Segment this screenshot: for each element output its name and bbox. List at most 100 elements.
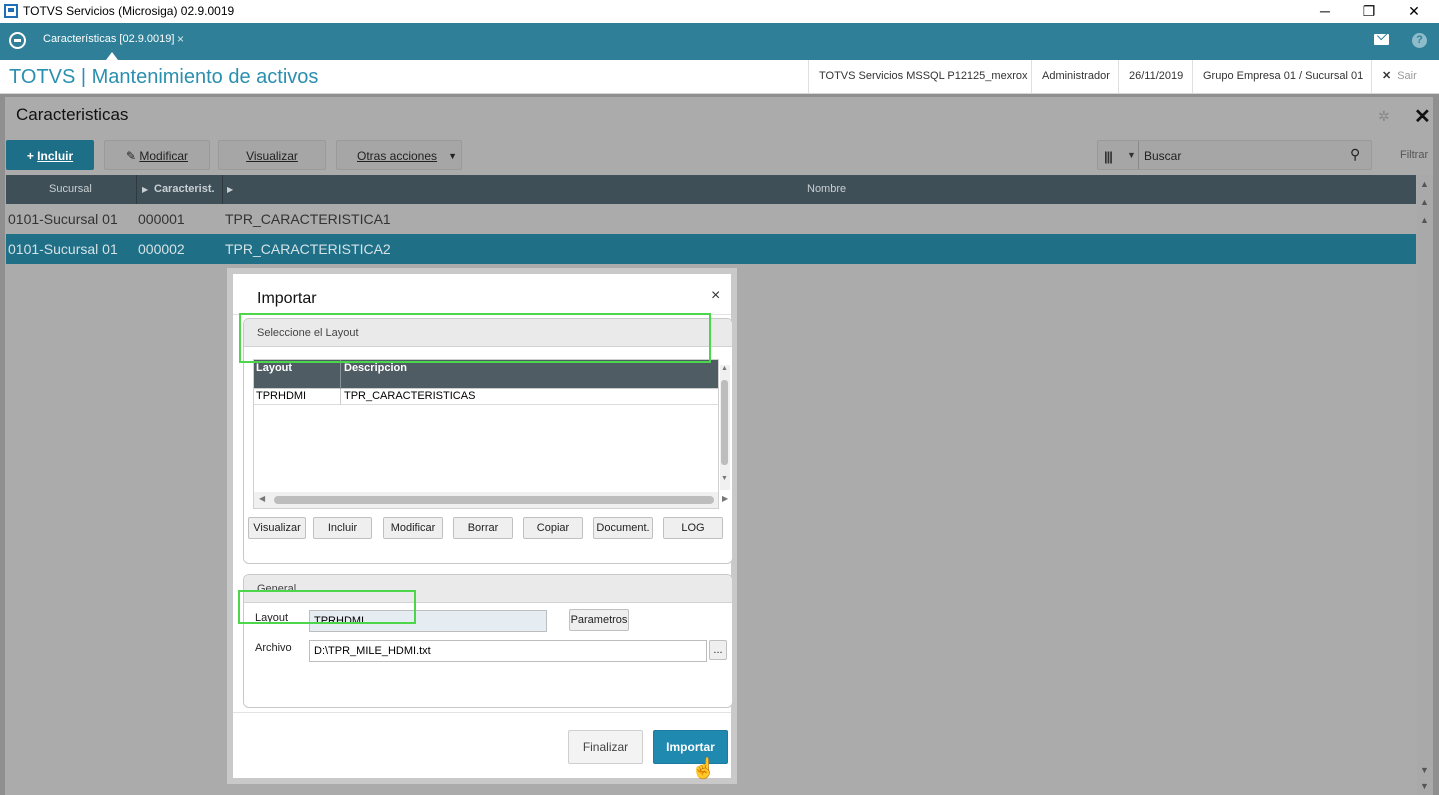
sort-arrow-icon: ▶ xyxy=(142,185,149,194)
vertical-scrollbar[interactable]: ▲ ▼ xyxy=(720,365,730,490)
columns-icon[interactable]: ||| xyxy=(1104,149,1113,164)
logout-icon: ✕ xyxy=(1382,70,1392,82)
layout-grid: Layout Descripcion TPRHDMI TPR_CARACTERI… xyxy=(253,359,730,509)
column-header-sucursal[interactable]: Sucursal xyxy=(49,175,92,204)
cell-descripcion: TPR_CARACTERISTICAS xyxy=(344,390,476,402)
sort-arrow-icon: ▶ xyxy=(227,185,234,194)
cell-sucursal: 0101-Sucursal 01 xyxy=(8,211,118,227)
tab-caracteristicas[interactable]: Características [02.9.0019] xyxy=(43,33,174,45)
app-title: TOTVS | Mantenimiento de activos xyxy=(9,66,319,88)
parametros-button[interactable]: Parametros xyxy=(569,609,629,631)
layout-incluir-button[interactable]: Incluir xyxy=(313,517,372,539)
table-row-selected[interactable]: 0101-Sucursal 01 000002 TPR_CARACTERISTI… xyxy=(6,234,1416,264)
archivo-field-label: Archivo xyxy=(255,642,292,654)
archivo-field[interactable]: D:\TPR_MILE_HDMI.txt xyxy=(309,640,707,662)
table-row[interactable]: 0101-Sucursal 01 000001 TPR_CARACTERISTI… xyxy=(6,204,1416,234)
search-box[interactable]: ||| ▼ Buscar ⚲ xyxy=(1097,140,1372,170)
cell-sucursal: 0101-Sucursal 01 xyxy=(8,241,118,257)
tab-bar: Características [02.9.0019] × ? xyxy=(0,23,1439,60)
environment-label: TOTVS Servicios MSSQL P12125_mexrox xyxy=(808,60,1037,93)
grid-header: Sucursal ▶ Caracterist. ▶ Nombre xyxy=(6,175,1416,204)
incluir-label: Incluir xyxy=(37,149,74,163)
search-input[interactable]: Buscar xyxy=(1144,149,1181,163)
restore-button[interactable]: ❐ xyxy=(1346,0,1392,23)
app-icon xyxy=(4,4,18,18)
layout-borrar-button[interactable]: Borrar xyxy=(453,517,513,539)
visualizar-label: Visualizar xyxy=(246,149,298,163)
minimize-button[interactable]: ─ xyxy=(1302,0,1348,23)
browse-button[interactable]: ... xyxy=(709,640,727,660)
dialog-close-icon[interactable]: × xyxy=(711,287,720,305)
import-dialog-body: Importar × Seleccione el Layout Layout D… xyxy=(233,274,733,780)
column-header-caracterist[interactable]: Caracterist. xyxy=(154,175,215,204)
logout-button[interactable]: ✕ Sair xyxy=(1371,60,1427,93)
column-header-descripcion[interactable]: Descripcion xyxy=(344,362,407,374)
cell-codigo: 000001 xyxy=(138,211,185,227)
layout-modificar-button[interactable]: Modificar xyxy=(383,517,443,539)
cell-codigo: 000002 xyxy=(138,241,185,257)
date-label: 26/11/2019 xyxy=(1118,60,1193,93)
scroll-thumb[interactable] xyxy=(721,380,728,465)
layout-row[interactable]: TPRHDMI TPR_CARACTERISTICAS xyxy=(254,389,718,405)
otras-acciones-button[interactable]: Otras acciones ▼ xyxy=(336,140,462,170)
company-label: Grupo Empresa 01 / Sucursal 01 xyxy=(1192,60,1373,93)
app-header: TOTVS | Mantenimiento de activos TOTVS S… xyxy=(0,60,1439,94)
horizontal-scrollbar[interactable]: ◀ ▶ xyxy=(254,492,728,508)
scroll-top-icon[interactable]: ▲ xyxy=(1420,179,1429,189)
scroll-up-icon[interactable]: ▲ xyxy=(1420,215,1429,225)
scroll-down-icon[interactable]: ▼ xyxy=(721,475,728,482)
gear-icon[interactable]: ✲ xyxy=(1378,108,1390,125)
window-title: TOTVS Servicios (Microsiga) 02.9.0019 xyxy=(23,4,235,18)
scroll-up-icon[interactable]: ▲ xyxy=(1420,197,1429,207)
scroll-down-icon[interactable]: ▼ xyxy=(1420,765,1429,775)
chevron-down-icon: ▼ xyxy=(448,151,457,161)
help-icon[interactable]: ? xyxy=(1412,33,1427,48)
column-header-nombre[interactable]: Nombre xyxy=(807,175,846,204)
finalizar-button[interactable]: Finalizar xyxy=(568,730,643,764)
dialog-title: Importar xyxy=(257,290,317,307)
visualizar-button[interactable]: Visualizar xyxy=(218,140,326,170)
window-titlebar: TOTVS Servicios (Microsiga) 02.9.0019 ─ … xyxy=(0,0,1439,23)
modificar-button[interactable]: ✎ Modificar xyxy=(104,140,210,170)
totvs-logo-icon[interactable] xyxy=(9,32,26,49)
pencil-icon: ✎ xyxy=(125,149,140,163)
hand-cursor-icon: ☝ xyxy=(691,758,716,780)
column-divider xyxy=(340,360,341,389)
layout-document-button[interactable]: Document. xyxy=(593,517,653,539)
search-icon[interactable]: ⚲ xyxy=(1350,146,1360,163)
mail-icon[interactable] xyxy=(1374,34,1389,45)
modificar-label: Modificar xyxy=(139,149,189,163)
scroll-right-icon[interactable]: ▶ xyxy=(722,494,728,503)
cell-nombre: TPR_CARACTERISTICA1 xyxy=(225,211,391,227)
layout-log-button[interactable]: LOG xyxy=(663,517,723,539)
scroll-thumb[interactable] xyxy=(274,496,714,504)
column-divider xyxy=(222,175,223,204)
incluir-button[interactable]: + Incluir xyxy=(6,140,94,170)
otras-acciones-label: Otras acciones xyxy=(357,149,438,163)
column-divider xyxy=(136,175,137,204)
layout-copiar-button[interactable]: Copiar xyxy=(523,517,583,539)
cell-layout: TPRHDMI xyxy=(256,390,307,402)
scroll-up-icon[interactable]: ▲ xyxy=(721,365,728,372)
user-label: Administrador xyxy=(1031,60,1120,93)
archivo-highlight xyxy=(238,590,416,624)
filter-button[interactable]: Filtrar xyxy=(1400,149,1428,161)
search-separator xyxy=(1138,141,1139,169)
chevron-down-icon[interactable]: ▼ xyxy=(1127,150,1136,160)
close-icon[interactable]: ✕ xyxy=(1414,104,1431,129)
window-close-button[interactable]: ✕ xyxy=(1391,0,1437,23)
grid-scrollbar[interactable]: ▲ ▲ ▲ ▼ ▼ xyxy=(1417,175,1433,795)
logout-label: Sair xyxy=(1397,70,1417,82)
scroll-bottom-icon[interactable]: ▼ xyxy=(1420,781,1429,791)
layout-row-highlight xyxy=(239,313,711,363)
import-dialog: Importar × Seleccione el Layout Layout D… xyxy=(227,268,737,784)
cell-nombre: TPR_CARACTERISTICA2 xyxy=(225,241,391,257)
column-header-layout[interactable]: Layout xyxy=(256,362,292,374)
scroll-left-icon[interactable]: ◀ xyxy=(259,494,265,503)
layout-visualizar-button[interactable]: Visualizar xyxy=(248,517,306,539)
page-title: Caracteristicas xyxy=(16,105,129,124)
column-divider xyxy=(340,389,341,405)
tab-close-icon[interactable]: × xyxy=(177,32,184,46)
active-tab-indicator xyxy=(106,52,118,60)
divider xyxy=(233,712,731,713)
